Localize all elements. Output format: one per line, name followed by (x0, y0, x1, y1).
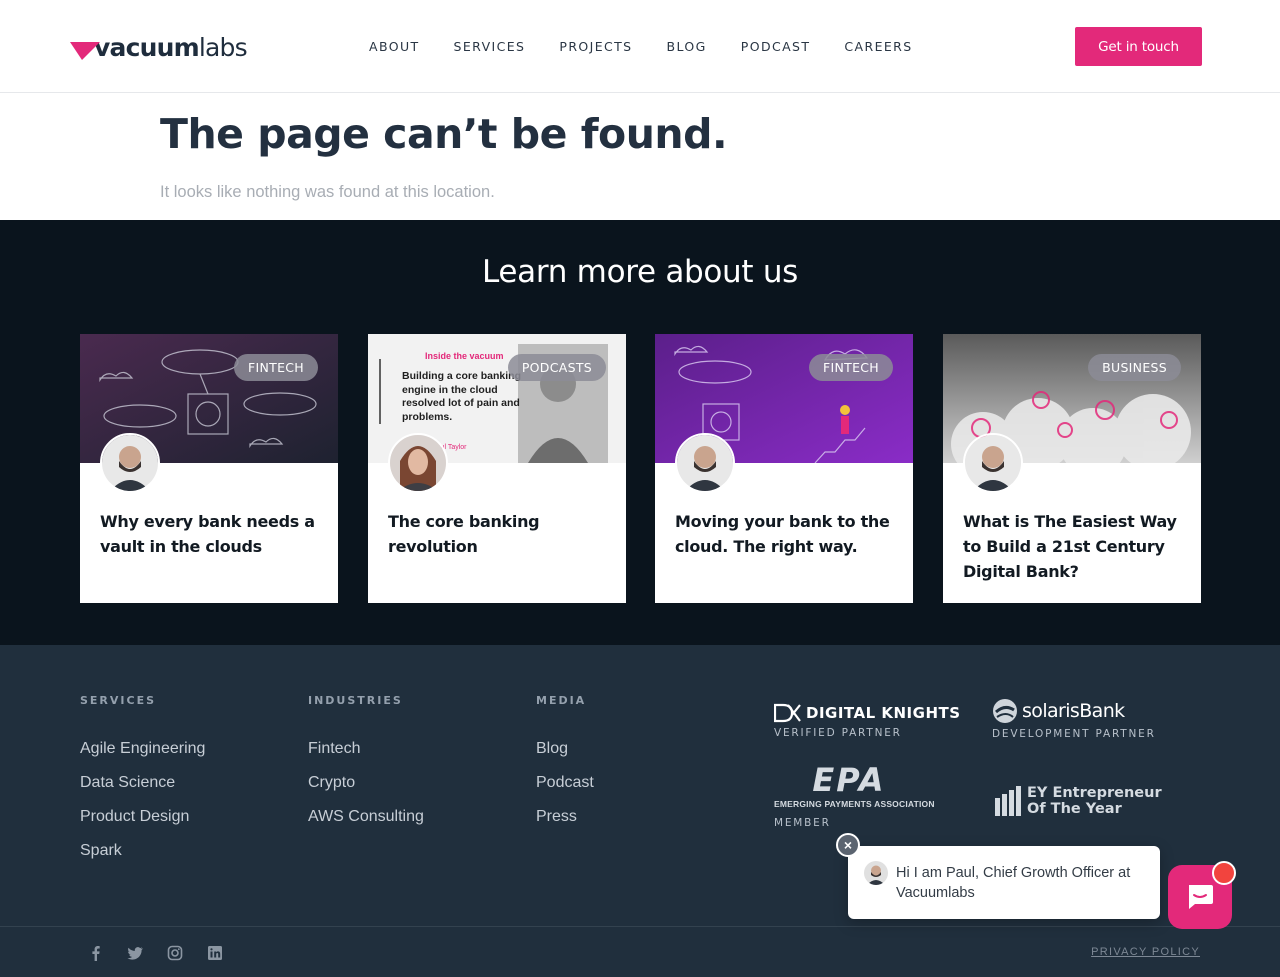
card-title[interactable]: What is The Easiest Way to Build a 21st … (963, 509, 1181, 584)
article-card[interactable]: FINTECH Why every bank needs a vault in … (80, 334, 338, 603)
partner-solarisbank[interactable]: solarisBank DEVELOPMENT PARTNER (992, 698, 1156, 740)
footer-column-media: MEDIA Blog Podcast Press (536, 694, 594, 841)
main-nav: ABOUT SERVICES PROJECTS BLOG PODCAST CAR… (369, 39, 947, 54)
podcast-cover-kicker: Inside the vacuum (425, 351, 504, 361)
footer-link[interactable]: Fintech (308, 739, 424, 759)
site-footer: SERVICES Agile Engineering Data Science … (0, 645, 1280, 977)
ey-icon (995, 786, 1021, 816)
partner-ey[interactable]: EY Entrepreneur Of The Year (994, 785, 1162, 817)
card-title[interactable]: Why every bank needs a vault in the clou… (100, 509, 318, 559)
logo-mark-icon (70, 42, 100, 60)
footer-link[interactable]: AWS Consulting (308, 807, 424, 827)
card-tag[interactable]: BUSINESS (1088, 354, 1181, 381)
nav-podcast[interactable]: PODCAST (741, 39, 811, 54)
ey-line-1: EY Entrepreneur (1027, 785, 1162, 801)
chat-agent-avatar (864, 861, 888, 885)
footer-link[interactable]: Product Design (80, 807, 205, 827)
partner-sub: DEVELOPMENT PARTNER (992, 728, 1156, 740)
footer-column-industries: INDUSTRIES Fintech Crypto AWS Consulting (308, 694, 424, 841)
partner-digital-knights[interactable]: DIGITAL KNIGHTS VERIFIED PARTNER (774, 703, 961, 739)
page-subtitle: It looks like nothing was found at this … (160, 183, 495, 201)
logo-text: vacuumlabs (94, 33, 248, 62)
get-in-touch-button[interactable]: Get in touch (1075, 27, 1202, 66)
footer-link[interactable]: Crypto (308, 773, 424, 793)
chat-message-text: Hi I am Paul, Chief Growth Officer at Va… (896, 865, 1131, 901)
card-tag[interactable]: PODCASTS (507, 354, 606, 381)
twitter-icon[interactable] (127, 945, 143, 961)
ey-line-2: Of The Year (1027, 801, 1122, 817)
author-avatar (675, 433, 735, 493)
article-card[interactable]: Inside the vacuum Building a core bankin… (368, 334, 626, 603)
nav-blog[interactable]: BLOG (667, 39, 707, 54)
footer-heading: SERVICES (80, 694, 157, 707)
partner-sub: VERIFIED PARTNER (774, 727, 902, 739)
site-header: vacuumlabs ABOUT SERVICES PROJECTS BLOG … (0, 0, 1280, 93)
chat-message-bubble[interactable]: Hi I am Paul, Chief Growth Officer at Va… (848, 846, 1160, 919)
footer-bottom-bar: PRIVACY POLICY (0, 926, 1280, 977)
learn-more-section: Learn more about us FINTECH Why every ba… (0, 220, 1280, 645)
vacuumlabs-logo[interactable]: vacuumlabs (70, 30, 248, 62)
card-title[interactable]: The core banking revolution (388, 509, 606, 559)
footer-link[interactable]: Blog (536, 739, 594, 759)
nav-careers[interactable]: CAREERS (844, 39, 912, 54)
linkedin-icon[interactable] (207, 945, 223, 961)
nav-services[interactable]: SERVICES (454, 39, 526, 54)
epa-logo-mark: EPA (812, 761, 886, 799)
card-tag[interactable]: FINTECH (809, 354, 893, 381)
privacy-policy-link[interactable]: PRIVACY POLICY (1091, 946, 1200, 958)
footer-heading: MEDIA (536, 694, 587, 707)
partner-name: DIGITAL KNIGHTS (806, 704, 961, 722)
learn-more-title: Learn more about us (481, 254, 799, 290)
partner-name: solarisBank (1022, 700, 1125, 722)
footer-heading: INDUSTRIES (308, 694, 403, 707)
digital-knights-icon (774, 703, 801, 723)
chat-close-button[interactable]: × (836, 833, 860, 857)
epa-logo-text: EMERGING PAYMENTS ASSOCIATION (774, 799, 935, 809)
footer-link[interactable]: Podcast (536, 773, 594, 793)
chat-notification-badge (1212, 861, 1236, 885)
author-avatar (388, 433, 448, 493)
article-card[interactable]: BUSINESS What is The Easiest Way to Buil… (943, 334, 1201, 603)
solarisbank-icon (993, 699, 1017, 723)
author-avatar (963, 433, 1023, 493)
card-tag[interactable]: FINTECH (234, 354, 318, 381)
instagram-icon[interactable] (167, 945, 183, 961)
author-avatar (100, 433, 160, 493)
partner-sub: MEMBER (774, 817, 831, 829)
chat-icon (1189, 885, 1213, 909)
footer-link[interactable]: Press (536, 807, 594, 827)
close-icon: × (843, 837, 853, 853)
footer-link[interactable]: Agile Engineering (80, 739, 205, 759)
facebook-icon[interactable] (88, 945, 104, 961)
footer-link[interactable]: Data Science (80, 773, 205, 793)
nav-projects[interactable]: PROJECTS (559, 39, 632, 54)
nav-about[interactable]: ABOUT (369, 39, 420, 54)
article-card[interactable]: FINTECH Moving your bank to the cloud. T… (655, 334, 913, 603)
card-title[interactable]: Moving your bank to the cloud. The right… (675, 509, 893, 559)
page-title: The page can’t be found. (160, 110, 728, 158)
footer-link[interactable]: Spark (80, 841, 205, 861)
partner-epa[interactable]: EPA EMERGING PAYMENTS ASSOCIATION MEMBER (774, 761, 935, 829)
podcast-cover-quote: Building a core banking engine in the cl… (402, 370, 522, 423)
footer-column-services: SERVICES Agile Engineering Data Science … (80, 694, 205, 875)
